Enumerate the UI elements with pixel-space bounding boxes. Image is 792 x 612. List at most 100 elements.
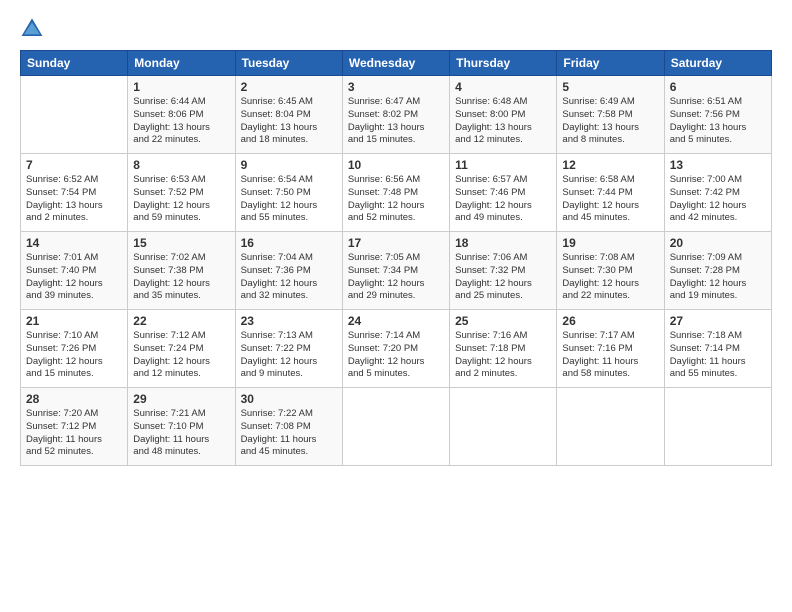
- calendar-cell: 16 Sunrise: 7:04 AM Sunset: 7:36 PM Dayli…: [235, 232, 342, 310]
- day-number: 21: [26, 314, 122, 328]
- day-number: 26: [562, 314, 658, 328]
- day-info: Sunrise: 7:21 AM Sunset: 7:10 PM Dayligh…: [133, 408, 229, 459]
- calendar-cell: 11 Sunrise: 6:57 AM Sunset: 7:46 PM Dayli…: [450, 154, 557, 232]
- day-info: Sunrise: 7:16 AM Sunset: 7:18 PM Dayligh…: [455, 330, 551, 381]
- day-info: Sunrise: 6:56 AM Sunset: 7:48 PM Dayligh…: [348, 174, 444, 225]
- day-info: Sunrise: 7:18 AM Sunset: 7:14 PM Dayligh…: [670, 330, 766, 381]
- calendar-cell: 14 Sunrise: 7:01 AM Sunset: 7:40 PM Dayli…: [21, 232, 128, 310]
- calendar: SundayMondayTuesdayWednesdayThursdayFrid…: [20, 50, 772, 466]
- day-info: Sunrise: 6:47 AM Sunset: 8:02 PM Dayligh…: [348, 96, 444, 147]
- weekday-header: Thursday: [450, 51, 557, 76]
- weekday-header: Saturday: [664, 51, 771, 76]
- day-number: 14: [26, 236, 122, 250]
- day-info: Sunrise: 7:22 AM Sunset: 7:08 PM Dayligh…: [241, 408, 337, 459]
- day-number: 23: [241, 314, 337, 328]
- calendar-cell: 5Sunrise: 6:49 AM Sunset: 7:58 PM Daylig…: [557, 76, 664, 154]
- day-info: Sunrise: 6:51 AM Sunset: 7:56 PM Dayligh…: [670, 96, 766, 147]
- day-number: 15: [133, 236, 229, 250]
- calendar-cell: 22 Sunrise: 7:12 AM Sunset: 7:24 PM Dayli…: [128, 310, 235, 388]
- calendar-cell: 25 Sunrise: 7:16 AM Sunset: 7:18 PM Dayli…: [450, 310, 557, 388]
- day-info: Sunrise: 7:02 AM Sunset: 7:38 PM Dayligh…: [133, 252, 229, 303]
- day-number: 8: [133, 158, 229, 172]
- day-number: 25: [455, 314, 551, 328]
- weekday-header: Friday: [557, 51, 664, 76]
- day-number: 28: [26, 392, 122, 406]
- day-info: Sunrise: 7:12 AM Sunset: 7:24 PM Dayligh…: [133, 330, 229, 381]
- weekday-header: Tuesday: [235, 51, 342, 76]
- day-number: 22: [133, 314, 229, 328]
- calendar-cell: 1 Sunrise: 6:44 AM Sunset: 8:06 PM Daylig…: [128, 76, 235, 154]
- calendar-cell: [342, 388, 449, 466]
- day-info: Sunrise: 6:58 AM Sunset: 7:44 PM Dayligh…: [562, 174, 658, 225]
- day-number: 2: [241, 80, 337, 94]
- day-info: Sunrise: 7:09 AM Sunset: 7:28 PM Dayligh…: [670, 252, 766, 303]
- day-info: Sunrise: 7:01 AM Sunset: 7:40 PM Dayligh…: [26, 252, 122, 303]
- header: [20, 16, 772, 40]
- calendar-cell: 12Sunrise: 6:58 AM Sunset: 7:44 PM Dayli…: [557, 154, 664, 232]
- day-number: 3: [348, 80, 444, 94]
- logo-icon: [20, 16, 44, 40]
- calendar-cell: 19 Sunrise: 7:08 AM Sunset: 7:30 PM Dayli…: [557, 232, 664, 310]
- calendar-cell: 20 Sunrise: 7:09 AM Sunset: 7:28 PM Dayli…: [664, 232, 771, 310]
- day-info: Sunrise: 7:17 AM Sunset: 7:16 PM Dayligh…: [562, 330, 658, 381]
- calendar-cell: 24 Sunrise: 7:14 AM Sunset: 7:20 PM Dayli…: [342, 310, 449, 388]
- calendar-cell: 17 Sunrise: 7:05 AM Sunset: 7:34 PM Dayli…: [342, 232, 449, 310]
- calendar-cell: 21 Sunrise: 7:10 AM Sunset: 7:26 PM Dayli…: [21, 310, 128, 388]
- day-info: Sunrise: 6:53 AM Sunset: 7:52 PM Dayligh…: [133, 174, 229, 225]
- day-info: Sunrise: 7:14 AM Sunset: 7:20 PM Dayligh…: [348, 330, 444, 381]
- calendar-cell: 7 Sunrise: 6:52 AM Sunset: 7:54 PM Daylig…: [21, 154, 128, 232]
- calendar-cell: 8 Sunrise: 6:53 AM Sunset: 7:52 PM Daylig…: [128, 154, 235, 232]
- day-number: 1: [133, 80, 229, 94]
- day-number: 7: [26, 158, 122, 172]
- weekday-header: Wednesday: [342, 51, 449, 76]
- day-number: 18: [455, 236, 551, 250]
- day-info: Sunrise: 6:44 AM Sunset: 8:06 PM Dayligh…: [133, 96, 229, 147]
- day-number: 19: [562, 236, 658, 250]
- calendar-cell: 26 Sunrise: 7:17 AM Sunset: 7:16 PM Dayli…: [557, 310, 664, 388]
- day-info: Sunrise: 7:08 AM Sunset: 7:30 PM Dayligh…: [562, 252, 658, 303]
- day-info: Sunrise: 6:49 AM Sunset: 7:58 PM Dayligh…: [562, 96, 658, 147]
- calendar-cell: [21, 76, 128, 154]
- day-info: Sunrise: 7:05 AM Sunset: 7:34 PM Dayligh…: [348, 252, 444, 303]
- calendar-cell: 27Sunrise: 7:18 AM Sunset: 7:14 PM Dayli…: [664, 310, 771, 388]
- day-info: Sunrise: 6:52 AM Sunset: 7:54 PM Dayligh…: [26, 174, 122, 225]
- calendar-cell: [450, 388, 557, 466]
- calendar-body: 1 Sunrise: 6:44 AM Sunset: 8:06 PM Daylig…: [21, 76, 772, 466]
- day-number: 11: [455, 158, 551, 172]
- day-number: 24: [348, 314, 444, 328]
- calendar-cell: 9Sunrise: 6:54 AM Sunset: 7:50 PM Daylig…: [235, 154, 342, 232]
- day-info: Sunrise: 7:04 AM Sunset: 7:36 PM Dayligh…: [241, 252, 337, 303]
- day-number: 9: [241, 158, 337, 172]
- calendar-cell: 6 Sunrise: 6:51 AM Sunset: 7:56 PM Daylig…: [664, 76, 771, 154]
- day-number: 17: [348, 236, 444, 250]
- day-info: Sunrise: 7:06 AM Sunset: 7:32 PM Dayligh…: [455, 252, 551, 303]
- day-info: Sunrise: 7:00 AM Sunset: 7:42 PM Dayligh…: [670, 174, 766, 225]
- day-info: Sunrise: 7:20 AM Sunset: 7:12 PM Dayligh…: [26, 408, 122, 459]
- day-number: 6: [670, 80, 766, 94]
- calendar-cell: 10 Sunrise: 6:56 AM Sunset: 7:48 PM Dayli…: [342, 154, 449, 232]
- calendar-cell: 2 Sunrise: 6:45 AM Sunset: 8:04 PM Daylig…: [235, 76, 342, 154]
- day-number: 13: [670, 158, 766, 172]
- calendar-cell: 13 Sunrise: 7:00 AM Sunset: 7:42 PM Dayli…: [664, 154, 771, 232]
- calendar-cell: 4 Sunrise: 6:48 AM Sunset: 8:00 PM Daylig…: [450, 76, 557, 154]
- weekday-header: Monday: [128, 51, 235, 76]
- calendar-cell: 15 Sunrise: 7:02 AM Sunset: 7:38 PM Dayli…: [128, 232, 235, 310]
- day-info: Sunrise: 6:45 AM Sunset: 8:04 PM Dayligh…: [241, 96, 337, 147]
- calendar-cell: 30 Sunrise: 7:22 AM Sunset: 7:08 PM Dayli…: [235, 388, 342, 466]
- day-number: 16: [241, 236, 337, 250]
- day-number: 10: [348, 158, 444, 172]
- logo: [20, 16, 48, 40]
- day-number: 20: [670, 236, 766, 250]
- day-info: Sunrise: 6:57 AM Sunset: 7:46 PM Dayligh…: [455, 174, 551, 225]
- day-number: 30: [241, 392, 337, 406]
- day-number: 29: [133, 392, 229, 406]
- day-number: 4: [455, 80, 551, 94]
- day-info: Sunrise: 7:10 AM Sunset: 7:26 PM Dayligh…: [26, 330, 122, 381]
- calendar-cell: 28 Sunrise: 7:20 AM Sunset: 7:12 PM Dayli…: [21, 388, 128, 466]
- calendar-cell: 18 Sunrise: 7:06 AM Sunset: 7:32 PM Dayli…: [450, 232, 557, 310]
- calendar-cell: 3 Sunrise: 6:47 AM Sunset: 8:02 PM Daylig…: [342, 76, 449, 154]
- calendar-cell: [664, 388, 771, 466]
- day-info: Sunrise: 6:48 AM Sunset: 8:00 PM Dayligh…: [455, 96, 551, 147]
- weekday-header: Sunday: [21, 51, 128, 76]
- calendar-header: SundayMondayTuesdayWednesdayThursdayFrid…: [21, 51, 772, 76]
